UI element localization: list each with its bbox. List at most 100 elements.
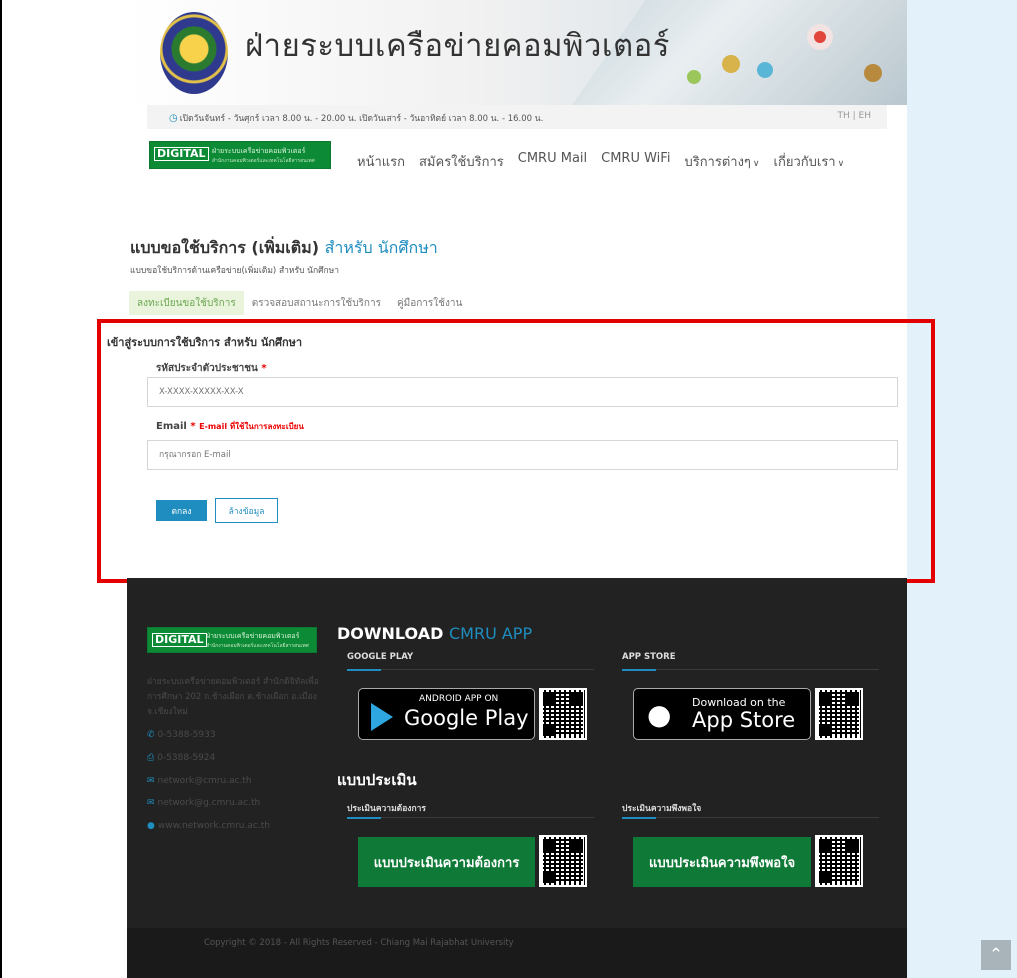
footer: DIGITAL ฝ่ายระบบเครือข่ายคอมพิวเตอร์ สำน…: [127, 578, 907, 978]
android-big-text: Google Play: [404, 706, 529, 730]
submit-button[interactable]: ตกลง: [156, 500, 207, 521]
fax-text: 0-5388-5924: [157, 753, 216, 763]
scroll-to-top-button[interactable]: ⌃: [981, 940, 1011, 970]
eval-satisfaction-label: ประเมินความพึงพอใจ: [622, 804, 702, 814]
clock-icon: ◷: [169, 113, 178, 124]
footer-digital-logo[interactable]: DIGITAL ฝ่ายระบบเครือข่ายคอมพิวเตอร์ สำน…: [147, 627, 317, 653]
chevron-up-icon: ⌃: [988, 945, 1004, 965]
download-title-main: DOWNLOAD: [337, 624, 444, 643]
copyright-text: Copyright © 2018 - All Rights Reserved -…: [204, 938, 514, 948]
need-evaluation-button[interactable]: แบบประเมินความต้องการ: [358, 837, 535, 887]
digital-logo[interactable]: DIGITAL ฝ่ายระบบเครือข่ายคอมพิวเตอร์ สำน…: [149, 141, 331, 169]
tab-manual[interactable]: คู่มือการใช้งาน: [389, 291, 470, 315]
footer-email-1[interactable]: ✉ network@cmru.ac.th: [147, 776, 252, 786]
required-mark: *: [190, 421, 196, 432]
mail-icon: ✉: [147, 776, 155, 786]
footer-website[interactable]: ● www.network.cmru.ac.th: [147, 821, 270, 831]
footer-email-2[interactable]: ✉ network@g.cmru.ac.th: [147, 798, 260, 808]
page-title-main: แบบขอใช้บริการ (เพิ่มเติม): [130, 238, 325, 257]
email1-text: network@cmru.ac.th: [157, 776, 252, 786]
copyright-bar: Copyright © 2018 - All Rights Reserved -…: [127, 928, 907, 978]
eval-need-label: ประเมินความต้องการ: [347, 804, 426, 814]
satisfaction-evaluation-button[interactable]: แบบประเมินความพึงพอใจ: [633, 837, 811, 887]
android-small-text: ANDROID APP ON: [419, 694, 499, 704]
underline-accent: [347, 669, 381, 671]
nav-item-services-label: บริการต่างๆ: [684, 155, 751, 170]
section-underline: [347, 817, 594, 819]
decor-dot: [722, 55, 740, 73]
citizen-id-field[interactable]: [147, 377, 898, 407]
logo-subtitle: ฝ่ายระบบเครือข่ายคอมพิวเตอร์: [212, 147, 306, 155]
logo-subtitle: ฝ่ายระบบเครือข่ายคอมพิวเตอร์: [206, 632, 300, 640]
email-field-label: Email * E-mail ที่ใช้ในการลงทะเบียน: [156, 420, 304, 433]
underline-accent: [347, 817, 381, 819]
main-container: ฝ่ายระบบเครือข่ายคอมพิวเตอร์ ◷ เปิดวันจัน…: [97, 0, 935, 978]
id-label-text: รหัสประจำตัวประชาชน: [156, 363, 258, 374]
decor-dot: [687, 70, 701, 84]
required-mark: *: [261, 363, 267, 374]
google-play-button[interactable]: ANDROID APP ON Google Play: [358, 688, 535, 740]
logo-digital-text: DIGITAL: [154, 147, 209, 161]
footer-phone: ✆ 0-5388-5933: [147, 730, 216, 740]
opening-hours-bar: ◷ เปิดวันจันทร์ - วันศุกร์ เวลา 8.00 น. -…: [147, 105, 887, 129]
google-play-icon: [371, 703, 393, 731]
university-seal-logo: [160, 12, 228, 94]
qr-pattern: [819, 839, 859, 883]
chevron-down-icon: ∨: [837, 159, 845, 169]
nav-item-about-label: เกี่ยวกับเรา: [773, 155, 836, 170]
nav-item-services[interactable]: บริการต่างๆ ∨: [684, 151, 759, 172]
apple-icon: ●: [647, 698, 672, 731]
app-store-button[interactable]: ● Download on the App Store: [633, 688, 811, 740]
google-play-label: GOOGLE PLAY: [347, 652, 414, 662]
apple-big-text: App Store: [692, 708, 796, 732]
nav-menu: หน้าแรก สมัครใช้บริการ CMRU Mail CMRU Wi…: [357, 151, 844, 172]
logo-digital-text: DIGITAL: [152, 633, 207, 647]
logo-subtitle-2: สำนักงานคอมพิวเตอร์และเทคโนโลยีสารสนเทศ: [206, 643, 309, 649]
page-subtitle: แบบขอใช้บริการด้านเครือข่าย(เพิ่มเติม) ส…: [130, 266, 340, 276]
main-navigation: DIGITAL ฝ่ายระบบเครือข่ายคอมพิวเตอร์ สำน…: [127, 129, 907, 189]
satisfaction-evaluation-qr-code: [815, 835, 863, 887]
website-text: www.network.cmru.ac.th: [157, 821, 270, 831]
footer-fax: ⎙ 0-5388-5924: [147, 753, 215, 763]
google-play-qr-code: [539, 688, 587, 740]
chevron-down-icon: ∨: [752, 159, 760, 169]
email2-text: network@g.cmru.ac.th: [157, 798, 261, 808]
tab-register[interactable]: ลงทะเบียนขอใช้บริการ: [129, 291, 244, 315]
header-banner: ฝ่ายระบบเครือข่ายคอมพิวเตอร์: [127, 0, 907, 105]
mail-icon: ✉: [147, 798, 155, 808]
section-underline: [622, 817, 879, 819]
page-title-accent: สำหรับ นักศึกษา: [324, 238, 438, 257]
underline-accent: [622, 669, 656, 671]
evaluation-title: แบบประเมิน: [337, 771, 417, 789]
decor-dot: [864, 64, 882, 82]
opening-hours-text: เปิดวันจันทร์ - วันศุกร์ เวลา 8.00 น. - …: [179, 114, 544, 124]
app-store-label: APP STORE: [622, 652, 676, 662]
footer-address: ฝ่ายระบบเครือข่ายคอมพิวเตอร์ สำนักดิจิทั…: [147, 677, 319, 717]
tab-check-status[interactable]: ตรวจสอบสถานะการใช้บริการ: [244, 291, 389, 315]
nav-item-register[interactable]: สมัครใช้บริการ: [419, 151, 504, 172]
site-title: ฝ่ายระบบเครือข่ายคอมพิวเตอร์: [245, 28, 670, 64]
nav-item-cmru-mail[interactable]: CMRU Mail: [518, 151, 587, 172]
nav-item-cmru-wifi[interactable]: CMRU WiFi: [601, 151, 670, 172]
decor-dot: [757, 62, 773, 78]
underline-accent: [622, 817, 656, 819]
email-note: E-mail ที่ใช้ในการลงทะเบียน: [199, 422, 304, 431]
qr-pattern: [819, 692, 859, 736]
decor-dot: [814, 31, 826, 43]
nav-item-home[interactable]: หน้าแรก: [357, 151, 405, 172]
login-section-title: เข้าสู่ระบบการใช้บริการ สำหรับ นักศึกษา: [107, 336, 303, 349]
need-evaluation-qr-code: [539, 835, 587, 887]
fax-icon: ⎙: [147, 753, 155, 763]
logo-subtitle-2: สำนักงานคอมพิวเตอร์และเทคโนโลยีสารสนเทศ: [212, 158, 315, 164]
section-underline: [622, 669, 879, 671]
qr-pattern: [543, 692, 583, 736]
nav-item-about[interactable]: เกี่ยวกับเรา ∨: [774, 151, 845, 172]
language-switcher[interactable]: TH | EH: [838, 111, 871, 121]
email-input[interactable]: [148, 441, 897, 469]
phone-icon: ✆: [147, 730, 155, 740]
download-title: DOWNLOAD CMRU APP: [337, 624, 532, 643]
qr-pattern: [543, 839, 583, 883]
clear-button[interactable]: ล้างข้อมูล: [215, 498, 278, 523]
email-field[interactable]: [147, 440, 898, 470]
citizen-id-input[interactable]: [148, 378, 897, 406]
